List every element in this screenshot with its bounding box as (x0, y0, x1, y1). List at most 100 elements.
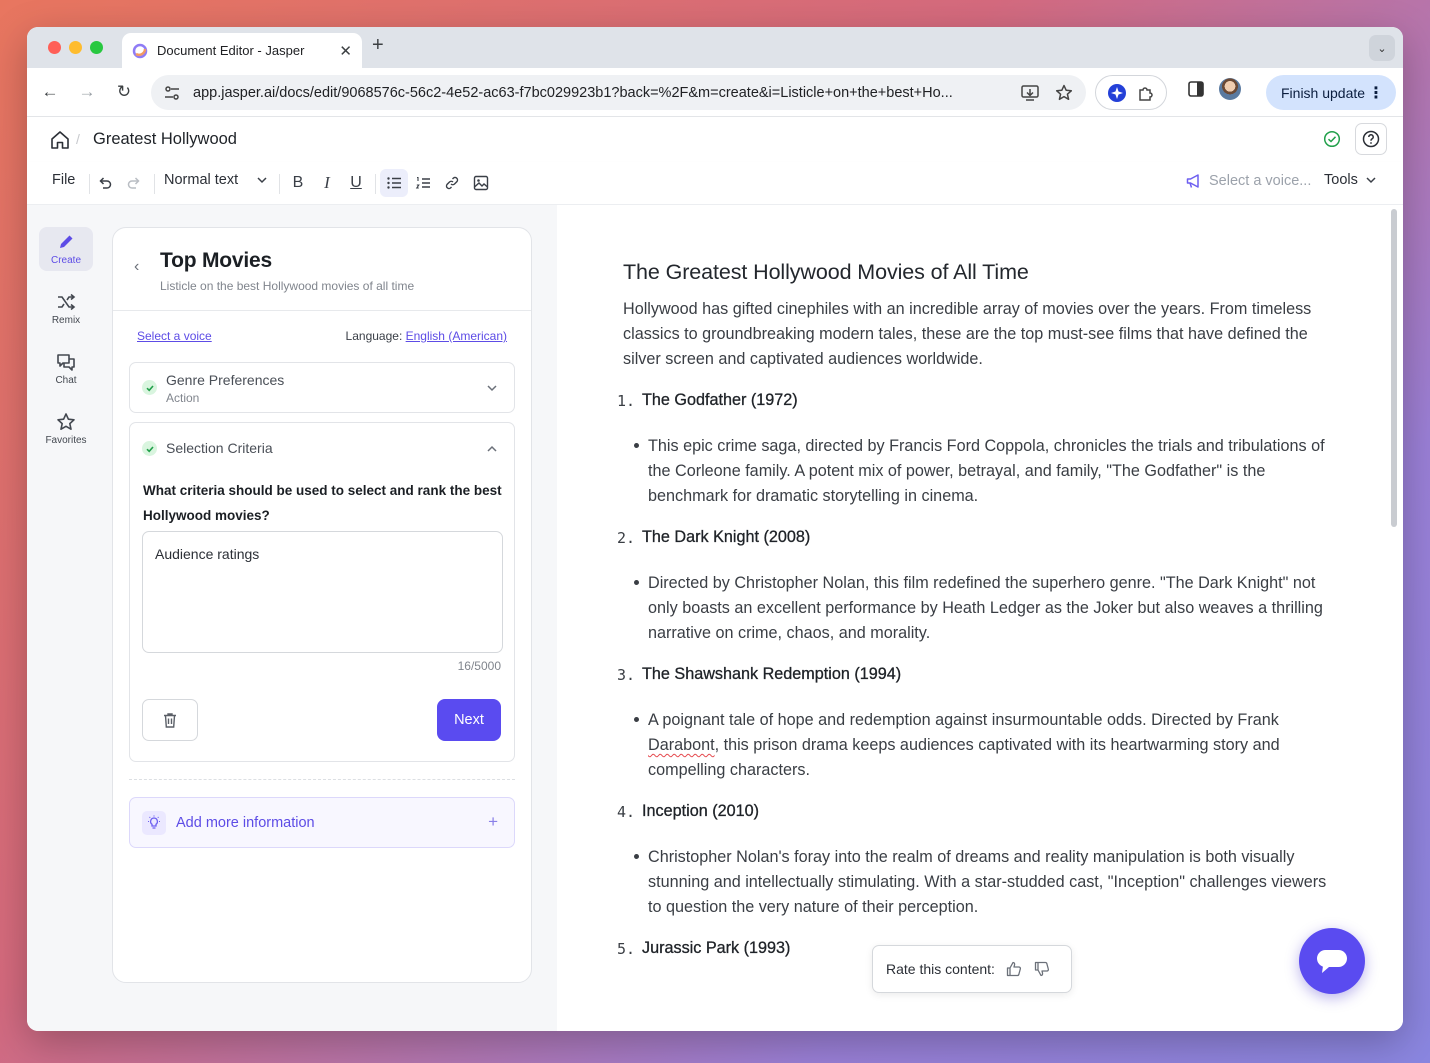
rail-item-chat[interactable]: Chat (39, 347, 93, 391)
image-icon[interactable] (471, 173, 491, 193)
language-link[interactable]: English (American) (406, 329, 507, 343)
list-number: 1. (617, 391, 636, 410)
text-style-value: Normal text (164, 172, 239, 188)
delete-button[interactable] (142, 699, 198, 741)
profile-avatar[interactable] (1219, 78, 1241, 100)
voice-select[interactable]: Select a voice... (1185, 172, 1311, 190)
tab-search-button[interactable]: ⌄ (1369, 35, 1395, 61)
help-button[interactable] (1355, 123, 1387, 155)
rail-item-favorites[interactable]: Favorites (39, 407, 93, 451)
add-more-label: Add more information (176, 814, 315, 831)
trash-icon (164, 713, 176, 728)
new-tab-button[interactable]: + (372, 34, 384, 57)
browser-menu-icon[interactable]: ⋮ (1368, 83, 1384, 103)
browser-window: Document Editor - Jasper ✕ + ⌄ ← → ↻ app… (27, 27, 1403, 1031)
back-chevron-icon[interactable]: ‹ (134, 258, 139, 276)
reload-icon[interactable]: ↻ (113, 81, 135, 103)
bullet-dot (623, 571, 648, 646)
toolbar-divider (89, 174, 90, 194)
criteria-answer-textarea[interactable]: Audience ratings (142, 531, 503, 653)
chat-bubbles-icon (57, 354, 75, 371)
undo-icon[interactable] (95, 173, 115, 193)
section-divider (129, 779, 515, 780)
text-style-select[interactable]: Normal text (164, 172, 268, 188)
voice-language-row: Select a voice Language: English (Americ… (137, 329, 507, 343)
create-panel: ‹ Top Movies Listicle on the best Hollyw… (112, 227, 532, 983)
plus-icon: + (488, 812, 498, 831)
next-button[interactable]: Next (437, 699, 501, 741)
rail-item-create[interactable]: Create (39, 227, 93, 271)
accordion-title[interactable]: Selection Criteria (166, 440, 273, 456)
extensions-puzzle-icon[interactable] (1136, 83, 1156, 103)
numbered-list-icon[interactable] (413, 173, 433, 193)
tab-document-editor[interactable]: Document Editor - Jasper ✕ (122, 33, 362, 68)
tools-label: Tools (1324, 172, 1358, 188)
add-more-information-button[interactable]: Add more information + (129, 797, 515, 848)
list-item: 4. Inception (2010) Christopher Nolan's … (617, 799, 1328, 920)
list-item-description[interactable]: This epic crime saga, directed by Franci… (648, 434, 1328, 509)
bullet-dot (623, 708, 648, 783)
finish-update-button[interactable]: Finish update ⋮ (1266, 75, 1396, 110)
jasper-favicon-icon (132, 43, 148, 58)
list-number: 3. (617, 665, 636, 684)
bullet-list-icon[interactable] (380, 169, 408, 197)
panel-header: ‹ Top Movies Listicle on the best Hollyw… (113, 228, 531, 311)
chevron-down-icon (1366, 177, 1376, 184)
italic-icon[interactable]: I (317, 173, 337, 193)
maximize-window-button[interactable] (90, 41, 103, 54)
address-bar[interactable]: app.jasper.ai/docs/edit/9068576c-56c2-4e… (151, 75, 1086, 110)
bullet-dot (623, 845, 648, 920)
window-controls (48, 41, 103, 54)
rail-label: Chat (55, 375, 77, 386)
list-item-description[interactable]: Christopher Nolan's foray into the realm… (648, 845, 1328, 920)
document-intro[interactable]: Hollywood has gifted cinephiles with an … (623, 297, 1328, 372)
close-tab-icon[interactable]: ✕ (339, 42, 352, 60)
rail-item-remix[interactable]: Remix (39, 287, 93, 331)
close-window-button[interactable] (48, 41, 61, 54)
document-editor[interactable]: The Greatest Hollywood Movies of All Tim… (557, 205, 1403, 1031)
document-heading[interactable]: The Greatest Hollywood Movies of All Tim… (623, 260, 1328, 285)
nav-rail: Create Remix Chat Favorites (39, 227, 93, 467)
bookmark-star-icon[interactable] (1054, 83, 1074, 103)
question-icon (1362, 130, 1380, 148)
rate-label: Rate this content: (886, 961, 995, 977)
tools-menu[interactable]: Tools (1324, 172, 1377, 188)
minimize-window-button[interactable] (69, 41, 82, 54)
underline-icon[interactable]: U (346, 173, 366, 193)
genre-preferences-accordion[interactable]: Genre Preferences Action (129, 362, 515, 413)
list-item-title[interactable]: Inception (2010) (642, 802, 759, 821)
extension-compass-icon[interactable] (1107, 83, 1127, 103)
side-panel-icon[interactable] (1187, 80, 1205, 98)
list-item-title[interactable]: The Shawshank Redemption (1994) (642, 665, 901, 684)
toolbar-divider (279, 174, 280, 194)
forward-arrow-icon[interactable]: → (76, 81, 98, 103)
link-icon[interactable] (442, 173, 462, 193)
misspelled-word[interactable]: Darabont (648, 736, 715, 754)
document-scrollbar[interactable] (1391, 209, 1397, 527)
bold-icon[interactable]: B (288, 173, 308, 193)
list-item-description[interactable]: Directed by Christopher Nolan, this film… (648, 571, 1328, 646)
home-icon[interactable] (49, 129, 71, 151)
document-content[interactable]: The Greatest Hollywood Movies of All Tim… (617, 260, 1328, 961)
list-number: 4. (617, 802, 636, 821)
tab-strip: Document Editor - Jasper ✕ + ⌄ (27, 27, 1403, 68)
criteria-question: What criteria should be used to select a… (143, 483, 502, 523)
install-app-icon[interactable] (1020, 83, 1040, 103)
chevron-up-icon[interactable] (486, 443, 498, 455)
description-text: , this prison drama keeps audiences capt… (648, 736, 1280, 779)
app-header: / Greatest Hollywood (27, 117, 1403, 162)
list-item-title[interactable]: Jurassic Park (1993) (642, 939, 791, 958)
back-arrow-icon[interactable]: ← (39, 81, 61, 103)
redo-icon[interactable] (124, 173, 144, 193)
thumbs-down-icon[interactable] (1033, 960, 1051, 978)
thumbs-up-icon[interactable] (1005, 960, 1023, 978)
chat-bubble-icon (1317, 950, 1347, 973)
list-item-title[interactable]: The Godfather (1972) (642, 391, 798, 410)
select-voice-link[interactable]: Select a voice (137, 329, 212, 343)
list-item-description[interactable]: A poignant tale of hope and redemption a… (648, 708, 1328, 783)
chat-support-button[interactable] (1299, 928, 1365, 994)
site-settings-icon[interactable] (163, 84, 181, 102)
file-menu[interactable]: File (52, 172, 75, 188)
list-item-title[interactable]: The Dark Knight (2008) (642, 528, 811, 547)
document-title[interactable]: Greatest Hollywood (93, 130, 237, 149)
